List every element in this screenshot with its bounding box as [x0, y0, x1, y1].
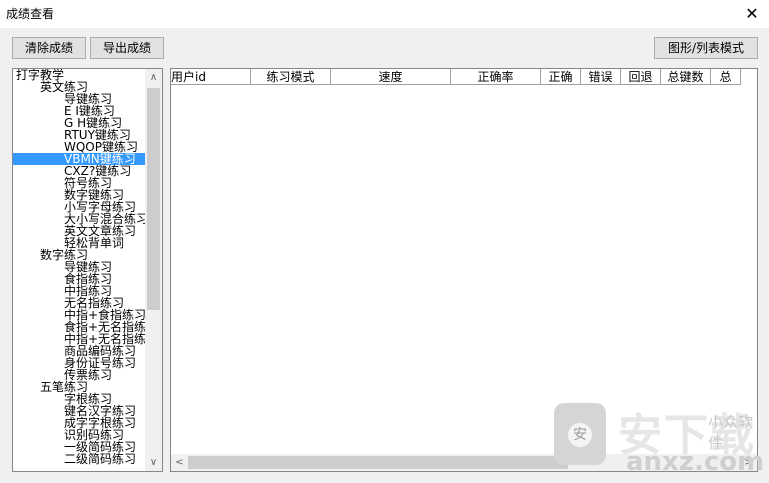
tree-vertical-scrollbar[interactable]: ∧ ∨: [145, 69, 162, 471]
column-header[interactable]: 总键数: [661, 69, 711, 85]
tree-item[interactable]: 二级简码练习: [13, 453, 147, 465]
scroll-down-icon[interactable]: ∨: [145, 454, 162, 471]
export-scores-button[interactable]: 导出成绩: [90, 37, 164, 59]
column-header[interactable]: 正确率: [451, 69, 541, 85]
column-header[interactable]: 回退: [621, 69, 661, 85]
title-bar: 成绩查看 ✕: [0, 0, 769, 28]
column-header[interactable]: 练习模式: [251, 69, 331, 85]
tree-scroll-thumb[interactable]: [147, 88, 160, 310]
column-header[interactable]: 速度: [331, 69, 451, 85]
close-icon[interactable]: ✕: [735, 0, 769, 28]
view-mode-button[interactable]: 图形/列表模式: [654, 37, 758, 59]
scroll-up-icon[interactable]: ∧: [145, 69, 162, 86]
column-header[interactable]: 错误: [581, 69, 621, 85]
table-header: 用户id 练习模式 速度 正确率 正确 错误 回退 总键数总: [171, 69, 741, 85]
tree-list: 打字教学 英文练习 导键练习 E I键练习 G H键练习 RTUY键练习 WQOP键练习 VB…: [13, 69, 158, 465]
table-scroll-thumb[interactable]: [188, 456, 568, 469]
watermark: 安 安下载 小众软件 anxz.com: [548, 395, 764, 481]
scroll-left-icon[interactable]: <: [171, 454, 188, 471]
clear-scores-button[interactable]: 清除成绩: [12, 37, 86, 59]
window-title: 成绩查看: [6, 7, 55, 21]
column-header[interactable]: 用户id: [171, 69, 251, 85]
watermark-url: anxz.com: [626, 447, 765, 477]
category-tree[interactable]: 打字教学 英文练习 导键练习 E I键练习 G H键练习 RTUY键练习 WQOP键练习 VB…: [12, 68, 163, 472]
column-header[interactable]: 总: [711, 69, 741, 85]
column-header[interactable]: 正确: [541, 69, 581, 85]
bag-icon: 安: [554, 403, 606, 465]
